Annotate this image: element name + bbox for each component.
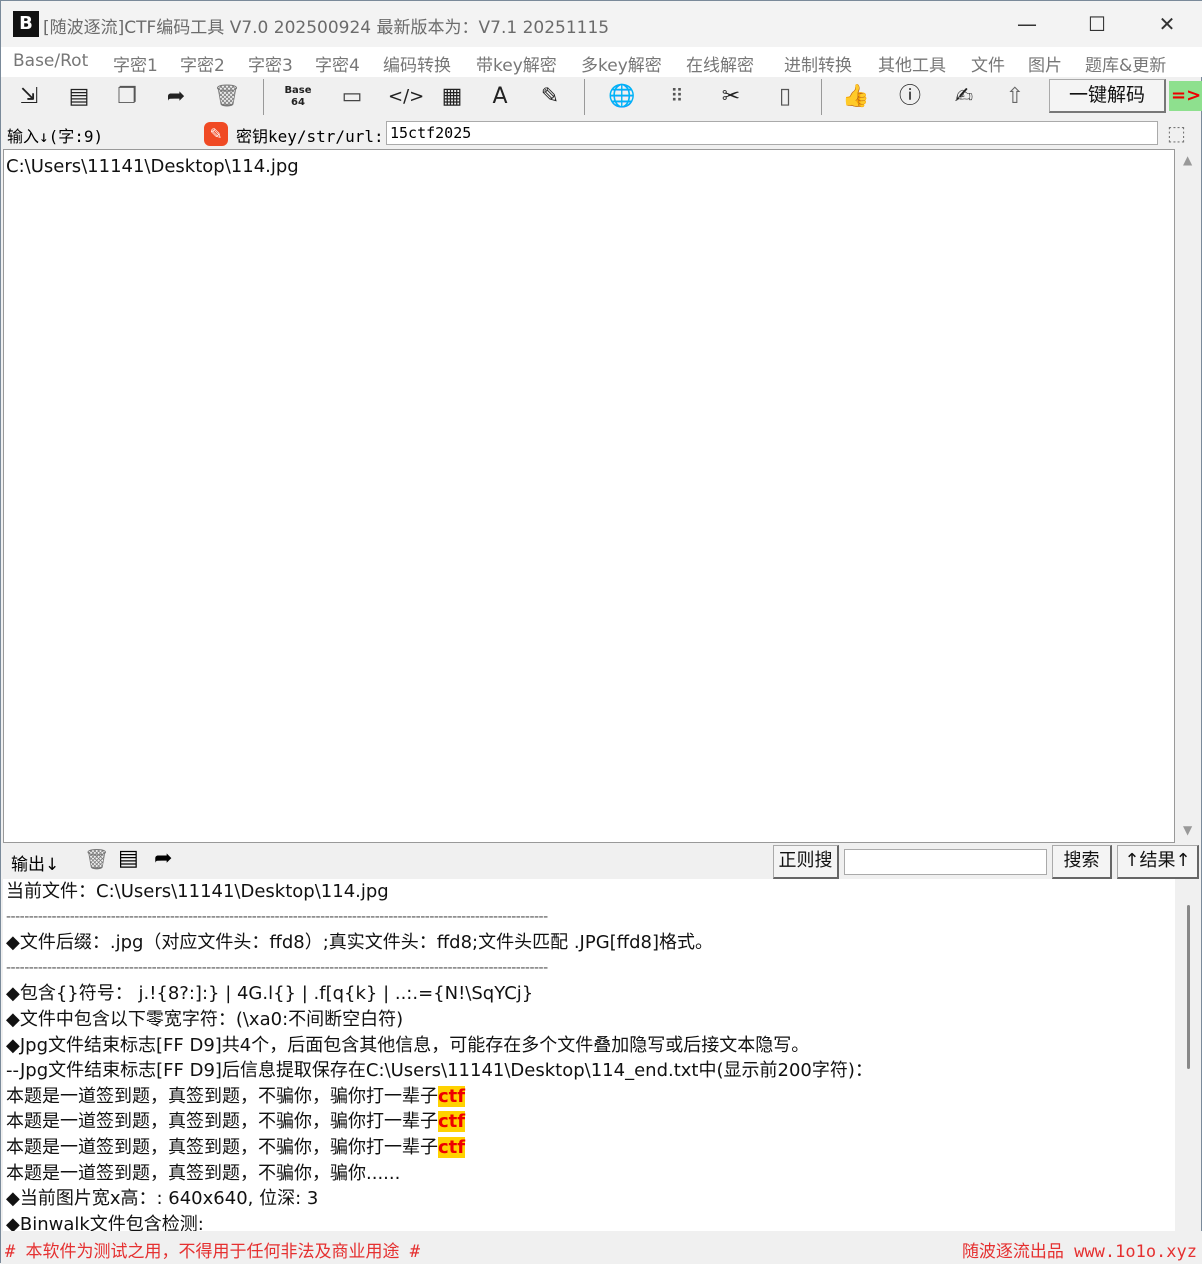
menu-library-update[interactable]: 题库&更新 [1085, 51, 1166, 76]
output-line: ◆Jpg文件结束标志[FF D9]共4个，后面包含其他信息，可能存在多个文件叠加… [6, 1034, 810, 1056]
output-line: ◆文件中包含以下零宽字符：(\xa0:不间断空白符) [6, 1008, 404, 1030]
tools-icon[interactable]: ✂ [716, 83, 746, 111]
close-button[interactable]: ✕ [1144, 9, 1190, 39]
minimize-button[interactable]: — [1004, 9, 1050, 39]
key-label: 密钥key/str/url: [236, 127, 384, 146]
upload-icon[interactable]: ⇧ [1000, 83, 1030, 111]
output-line: ◆Binwalk文件包含检测: [6, 1213, 204, 1231]
grid-icon[interactable]: ⠿ [662, 83, 692, 111]
search-input[interactable] [844, 849, 1047, 875]
output-scroll-thumb[interactable] [1187, 905, 1190, 1069]
output-label: 输出↓ [11, 855, 60, 875]
output-line: 当前文件：C:\Users\11141\Desktop\114.jpg [6, 881, 389, 902]
input-label: 输入↓(字:9) [7, 127, 104, 146]
highlight-ctf: ctf [438, 1136, 466, 1158]
base64-icon[interactable]: Base 64 [283, 83, 313, 111]
trash-icon[interactable]: 🗑 [212, 83, 242, 111]
output-copy-icon[interactable]: ▤ [118, 846, 139, 871]
font-icon[interactable]: A [485, 83, 515, 111]
output-line: 本题是一道签到题，真签到题，不骗你，骗你打一辈子ctf [6, 1136, 466, 1158]
copy-stack-icon[interactable]: ▤ [64, 83, 94, 111]
thumbs-up-icon[interactable]: 👍 [841, 83, 871, 111]
maximize-button[interactable]: ☐ [1074, 9, 1120, 39]
output-line: 本题是一道签到题，真签到题，不骗你，骗你打一辈子ctf [6, 1111, 466, 1133]
menu-multikey-decrypt[interactable]: 多key解密 [581, 51, 662, 76]
code-icon[interactable]: </> [388, 83, 424, 111]
footer-credit[interactable]: 随波逐流出品 www.1o1o.xyz [962, 1237, 1197, 1262]
title-bar: B [随波逐流]CTF编码工具 V7.0 202500924 最新版本为：V7.… [1, 1, 1202, 47]
paste-icon[interactable]: ❐ [112, 83, 142, 111]
output-line: ◆包含{}符号： j.!{8?:]:} | 4G.l{} | .f[q{k} |… [6, 983, 534, 1005]
cursor-select-icon[interactable]: ⬚ [1167, 121, 1186, 145]
output-scrollbar[interactable] [1177, 879, 1201, 1231]
calculator-icon[interactable]: ▦ [437, 83, 467, 111]
edit-icon[interactable]: ✍ [949, 83, 979, 111]
regex-search-button[interactable]: 正则搜 [773, 845, 839, 879]
output-share-icon[interactable]: ➦ [154, 846, 172, 871]
output-line: ◆当前图片宽x高：: 640x640, 位深: 3 [6, 1188, 319, 1210]
menu-bar: Base/Rot 字密1 字密2 字密3 字密4 编码转换 带key解密 多ke… [1, 47, 1202, 77]
menu-zimi1[interactable]: 字密1 [113, 51, 158, 76]
menu-file[interactable]: 文件 [971, 51, 1005, 76]
globe-icon[interactable]: 🌐 [607, 83, 637, 111]
document-icon[interactable]: ▯ [770, 83, 800, 111]
output-line: ◆文件后缀：.jpg（对应文件头：ffd8）;真实文件头：ffd8;文件头匹配 … [6, 932, 713, 954]
output-line: 本题是一道签到题，真签到题，不骗你，骗你...... [6, 1162, 401, 1184]
footer: # 本软件为测试之用，不得用于任何非法及商业用途 # 随波逐流出品 www.1o… [1, 1231, 1202, 1264]
input-textarea[interactable]: C:\Users\11141\Desktop\114.jpg [3, 149, 1175, 843]
share-icon[interactable]: ➦ [161, 83, 191, 111]
output-line: --Jpg文件结束标志[FF D9]后信息提取保存在C:\Users\11141… [6, 1060, 873, 1082]
edit-doc-icon[interactable]: ✎ [535, 83, 565, 111]
key-row: 输入↓(字:9) ✎ 密钥key/str/url: 15ctf2025 ⬚ [1, 117, 1202, 149]
terminal-icon[interactable]: ▭ [337, 83, 367, 111]
menu-image[interactable]: 图片 [1028, 51, 1062, 76]
help-icon[interactable]: ⓘ [895, 83, 925, 111]
menu-zimi4[interactable]: 字密4 [315, 51, 360, 76]
menu-base-convert[interactable]: 进制转换 [784, 51, 852, 76]
output-bar: 输出↓ 🗑 ▤ ➦ 正则搜 搜索 ↑结果↑ [1, 843, 1202, 879]
output-divider: ----------------------------------------… [6, 959, 548, 976]
search-button[interactable]: 搜索 [1052, 845, 1112, 879]
footer-disclaimer: # 本软件为测试之用，不得用于任何非法及商业用途 # [5, 1242, 420, 1262]
menu-online-decrypt[interactable]: 在线解密 [686, 51, 754, 76]
one-click-decode-button[interactable]: 一键解码 [1049, 79, 1166, 113]
app-logo: B [13, 11, 39, 37]
result-button[interactable]: ↑结果↑ [1117, 845, 1199, 879]
menu-base-rot[interactable]: Base/Rot [13, 51, 88, 71]
arrow-indicator: => [1169, 81, 1202, 111]
output-trash-icon[interactable]: 🗑 [84, 847, 109, 871]
output-textarea[interactable]: 当前文件：C:\Users\11141\Desktop\114.jpg ----… [3, 879, 1175, 1231]
highlight-ctf: ctf [438, 1085, 466, 1107]
highlight-ctf: ctf [438, 1111, 466, 1133]
menu-other-tools[interactable]: 其他工具 [878, 51, 946, 76]
window-title: [随波逐流]CTF编码工具 V7.0 202500924 最新版本为：V7.1 … [43, 18, 610, 38]
key-input[interactable]: 15ctf2025 [386, 121, 1158, 145]
menu-key-decrypt[interactable]: 带key解密 [476, 51, 557, 76]
output-line: 本题是一道签到题，真签到题，不骗你，骗你打一辈子ctf [6, 1085, 466, 1107]
output-divider: ----------------------------------------… [6, 908, 548, 925]
import-icon[interactable]: ⇲ [14, 83, 44, 111]
toolbar: ⇲ ▤ ❐ ➦ 🗑 Base 64 ▭ </> ▦ A ✎ 🌐 ⠿ ✂ ▯ 👍 ⓘ… [1, 77, 1202, 117]
key-edit-icon[interactable]: ✎ [204, 122, 228, 146]
menu-zimi3[interactable]: 字密3 [248, 51, 293, 76]
input-scrollbar[interactable]: ▲ ▼ [1177, 149, 1201, 843]
menu-encoding[interactable]: 编码转换 [383, 51, 451, 76]
menu-zimi2[interactable]: 字密2 [180, 51, 225, 76]
